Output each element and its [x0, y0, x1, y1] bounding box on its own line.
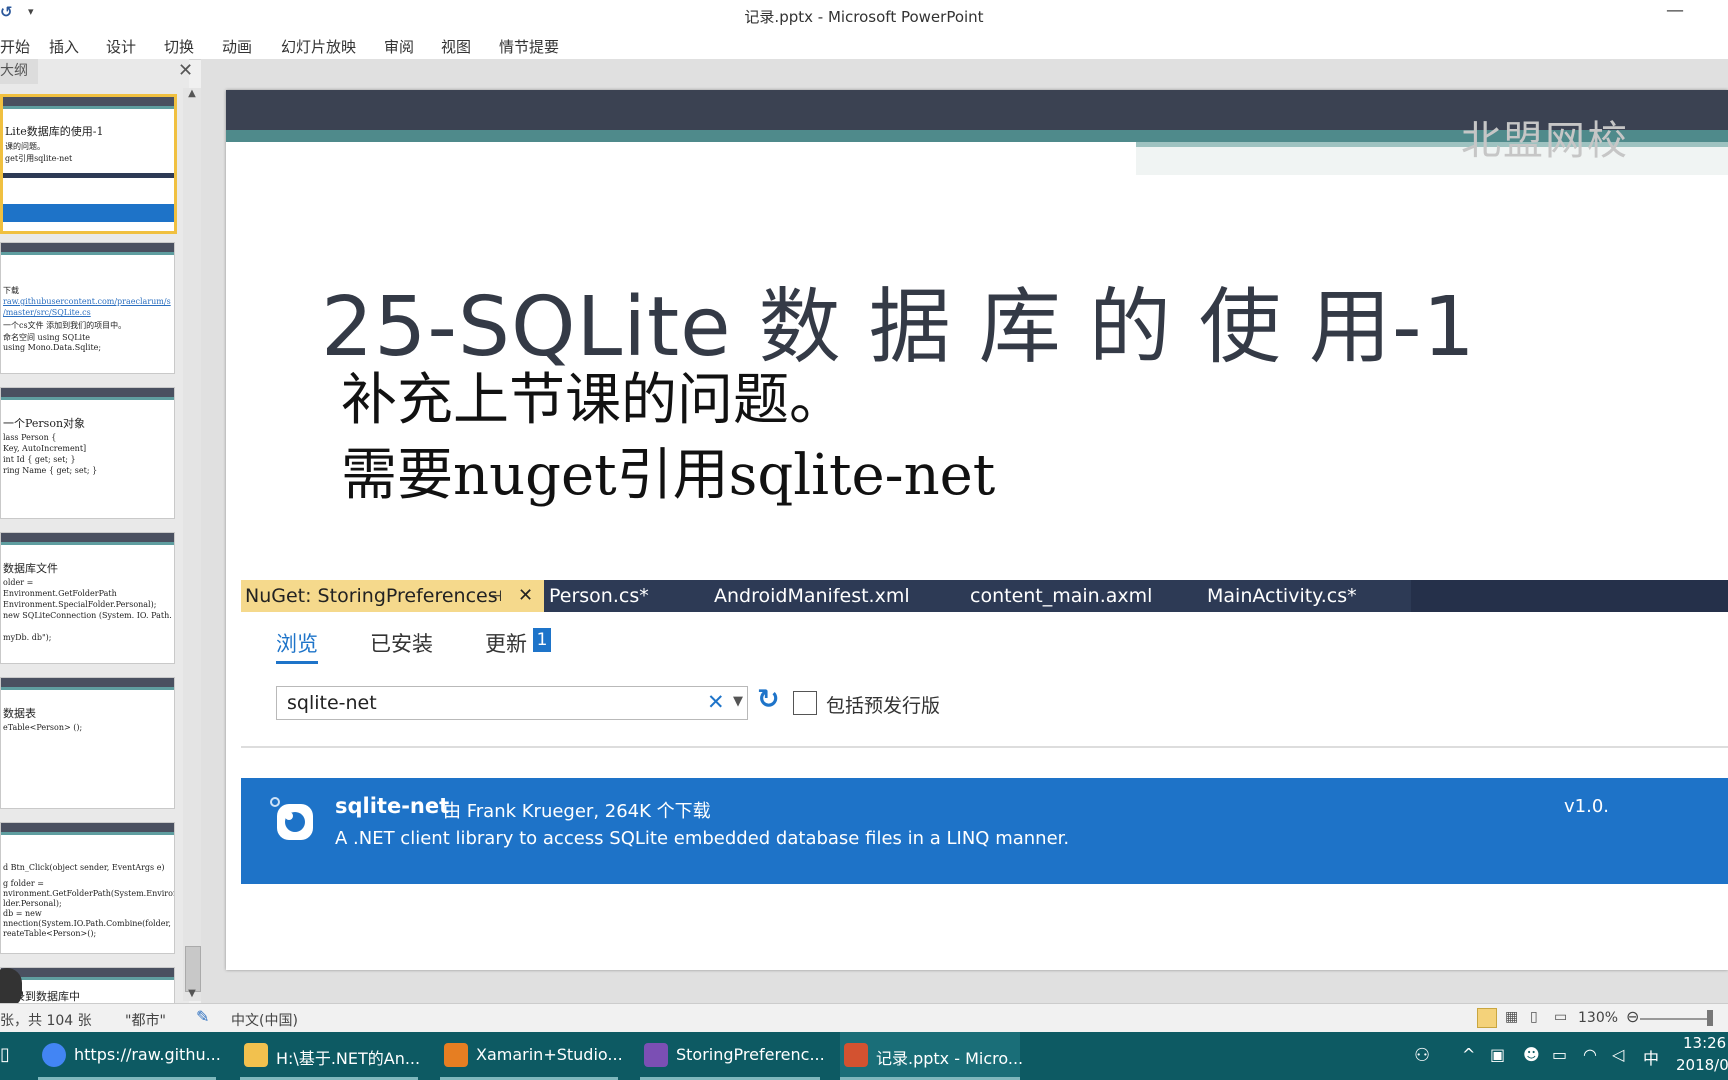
tab-mainactivity: MainActivity.cs* [1207, 585, 1357, 607]
close-tab-icon: ✕ [518, 585, 534, 606]
tab-nuget-storingpreferences: NuGet: StoringPreferences ⊣ ✕ [241, 580, 544, 612]
clear-search-icon: ✕ [707, 690, 725, 714]
tab-review[interactable]: 审阅 [384, 36, 414, 57]
normal-view-button[interactable] [1477, 1008, 1497, 1028]
tab-storyboarding[interactable]: 情节提要 [499, 36, 559, 57]
nuget-search-input [285, 691, 699, 715]
theme-name: "都市" [125, 1013, 166, 1029]
slide-accent-block [1136, 142, 1728, 175]
thumbnail-scrollbar[interactable]: ▲ ▼ [183, 88, 201, 1001]
visual-studio-icon [644, 1043, 668, 1067]
tab-slideshow[interactable]: 幻灯片放映 [281, 36, 356, 57]
task-view-icon[interactable]: ▯ [0, 1044, 10, 1065]
scroll-up-icon[interactable]: ▲ [183, 88, 201, 99]
slide-bullet-1[interactable]: 补充上节课的问题。 [341, 355, 845, 436]
slideshow-view-button[interactable]: ▭ [1554, 1009, 1567, 1025]
overlay-button[interactable] [0, 968, 22, 1008]
tab-transitions[interactable]: 切换 [164, 36, 194, 57]
slide-thumbnail-2[interactable]: 下载 raw.githubusercontent.com/praeclarum/… [0, 242, 175, 374]
tab-view[interactable]: 视图 [441, 36, 471, 57]
scroll-down-icon[interactable]: ▼ [183, 988, 201, 999]
slide-bullet-2[interactable]: 需要nuget引用sqlite-net [341, 430, 995, 511]
package-row-selected: sqlite-net 由 Frank Krueger, 264K 个下载 A .… [241, 778, 1728, 884]
chevron-down-icon: ▼ [733, 694, 743, 709]
taskbar-chrome[interactable]: https://raw.githu... [38, 1032, 221, 1080]
brand-watermark: 北盟网校 [1461, 118, 1629, 164]
battery-icon[interactable]: ▭ [1552, 1045, 1567, 1064]
refresh-icon: ↻ [757, 684, 780, 715]
package-name: sqlite-net [335, 794, 450, 818]
slide-thumbnails-panel: 大纲 ✕ Lite数据库的使用-1 课的问题。 get引用sqlite-net … [0, 59, 193, 1005]
taskbar-explorer[interactable]: H:\基于.NET的An... [240, 1032, 420, 1080]
spellcheck-icon[interactable]: ✎ [196, 1007, 209, 1026]
nuget-search-box: ✕ ▼ [276, 686, 748, 720]
tray-app-icon[interactable]: ▣ [1490, 1045, 1505, 1064]
prerelease-label: 包括预发行版 [826, 695, 941, 717]
tab-strip-filler [1411, 580, 1728, 612]
slide-thumbnail-1[interactable]: Lite数据库的使用-1 课的问题。 get引用sqlite-net [0, 94, 177, 234]
tab-androidmanifest: AndroidManifest.xml [714, 585, 910, 607]
taskbar-powerpoint[interactable]: 记录.pptx - Micro... [840, 1032, 1023, 1080]
qq-icon[interactable]: ☻ [1523, 1045, 1540, 1064]
wifi-icon[interactable]: ◠ [1583, 1045, 1597, 1064]
prerelease-checkbox [793, 691, 817, 715]
slide-thumbnail-7[interactable]: 记录到数据库中 [0, 967, 175, 1005]
taskbar-pdf[interactable]: Xamarin+Studio... [440, 1032, 623, 1080]
tab-home[interactable]: 开始 [0, 36, 30, 57]
slide-thumbnail-4[interactable]: 数据库文件 older = Environment.GetFolderPath … [0, 532, 175, 664]
volume-icon[interactable]: ◁ [1612, 1045, 1624, 1064]
tab-person-cs: Person.cs* [549, 585, 649, 607]
close-icon[interactable]: ✕ [178, 60, 193, 81]
nuget-tab-updates: 更新 [485, 632, 527, 656]
zoom-slider[interactable] [1640, 1018, 1710, 1020]
zoom-out-icon[interactable]: ⊖ [1626, 1007, 1639, 1026]
current-slide[interactable]: 北盟网校 25-SQLite 数 据 库 的 使 用-1 补充上节课的问题。 需… [226, 90, 1728, 970]
folder-icon [244, 1043, 268, 1067]
nuget-tab-installed: 已安装 [370, 632, 433, 656]
windows-taskbar: ▯ https://raw.githu... H:\基于.NET的An... X… [0, 1032, 1728, 1080]
slide-counter: 张，共 104 张 [0, 1013, 92, 1029]
divider [241, 746, 1728, 748]
powerpoint-icon [844, 1043, 868, 1067]
chevron-up-icon[interactable]: ^ [1462, 1045, 1475, 1064]
taskbar-visualstudio[interactable]: StoringPreferenc... [640, 1032, 825, 1080]
package-author-downloads: 由 Frank Krueger, 264K 个下载 [443, 801, 711, 822]
outline-tab[interactable]: 大纲 [0, 59, 38, 84]
title-bar: ↺ ▾ 记录.pptx - Microsoft PowerPoint — [0, 0, 1728, 30]
slide-thumbnail-3[interactable]: 一个Person对象 lass Person { Key, AutoIncrem… [0, 387, 175, 519]
tab-content-main: content_main.axml [970, 585, 1153, 607]
slide-sorter-view-button[interactable]: ▦ [1505, 1009, 1518, 1025]
update-count-badge: 1 [533, 628, 551, 652]
zoom-slider-handle[interactable] [1707, 1010, 1713, 1026]
tab-insert[interactable]: 插入 [49, 36, 79, 57]
scrollbar-thumb[interactable] [185, 946, 201, 992]
slide-thumbnail-5[interactable]: 数据表 eTable<Person> (); [0, 677, 175, 809]
people-icon[interactable]: ⚇ [1414, 1045, 1430, 1066]
pdf-icon [444, 1043, 468, 1067]
reading-view-button[interactable]: ▯ [1530, 1009, 1538, 1025]
ribbon-tabs: 开始 插入 设计 切换 动画 幻灯片放映 审阅 视图 情节提要 [0, 30, 1728, 60]
clock-date[interactable]: 2018/0 [1676, 1056, 1728, 1074]
clock-time[interactable]: 13:26 [1683, 1034, 1726, 1052]
minimize-button[interactable]: — [1652, 0, 1698, 30]
nuget-tab-browse: 浏览 [276, 628, 318, 664]
package-version: v1.0. [1564, 796, 1609, 817]
window-title: 记录.pptx - Microsoft PowerPoint [744, 8, 984, 26]
zoom-level[interactable]: 130% [1578, 1010, 1618, 1026]
nuget-screenshot[interactable]: NuGet: StoringPreferences ⊣ ✕ Person.cs*… [241, 580, 1728, 910]
tab-animations[interactable]: 动画 [222, 36, 252, 57]
language-indicator[interactable]: 中文(中国) [231, 1010, 298, 1030]
package-icon [270, 797, 313, 840]
ime-indicator[interactable]: 中 [1643, 1045, 1659, 1069]
status-bar: 张，共 104 张 "都市" ✎ 中文(中国) ▦ ▯ ▭ 130% ⊖ [0, 1003, 1728, 1033]
pin-icon: ⊣ [489, 587, 503, 605]
document-tabs: NuGet: StoringPreferences ⊣ ✕ Person.cs*… [241, 580, 1728, 612]
package-description: A .NET client library to access SQLite e… [335, 828, 1070, 849]
slide-thumbnail-6[interactable]: d Btn_Click(object sender, EventArgs e) … [0, 822, 175, 954]
chrome-icon [42, 1043, 66, 1067]
tab-design[interactable]: 设计 [106, 36, 136, 57]
